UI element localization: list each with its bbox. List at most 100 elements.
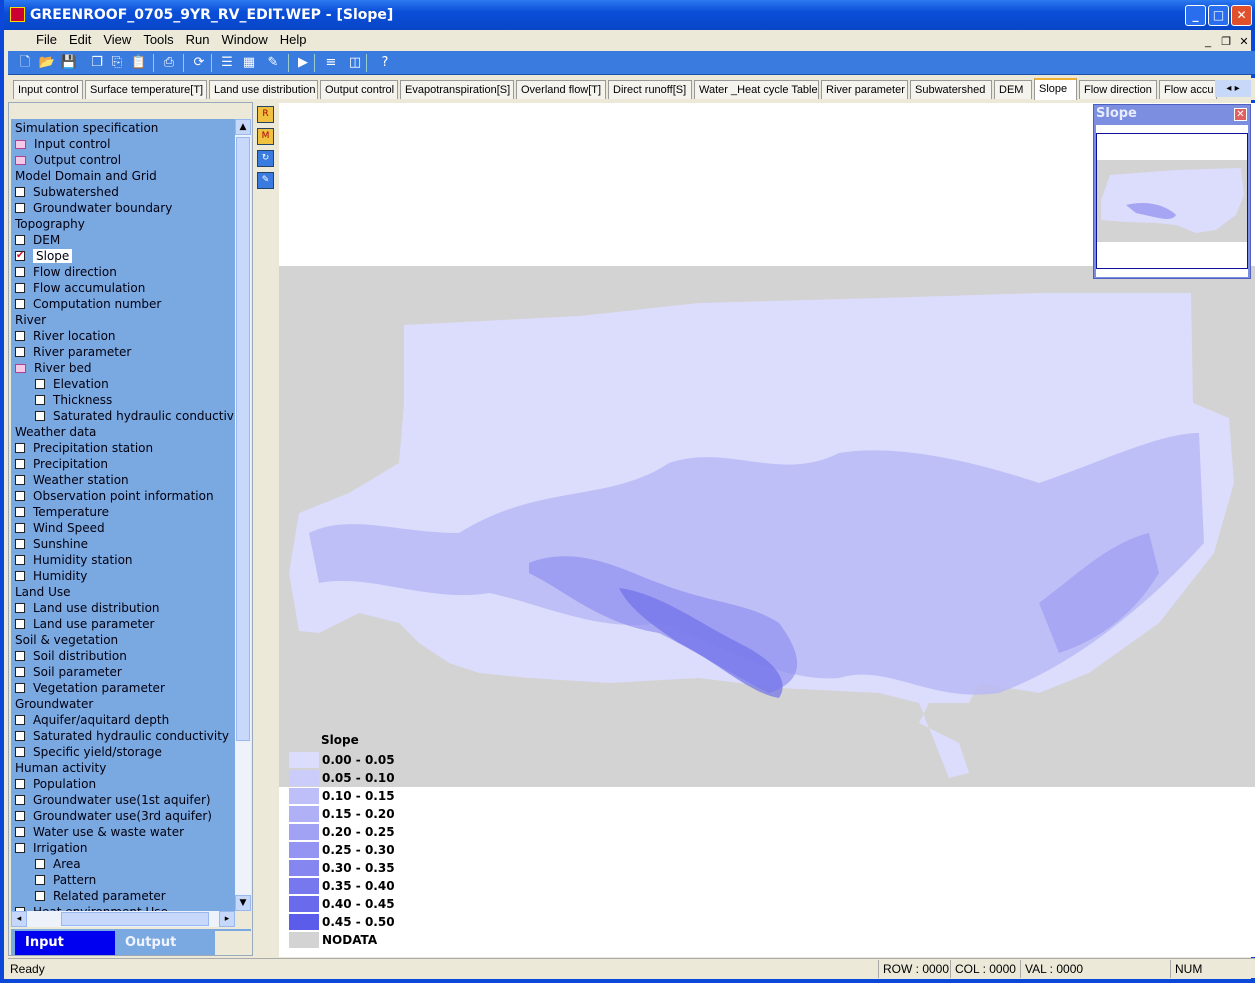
tree-item[interactable]: Saturated hydraulic conductivity: [35, 408, 235, 424]
tree-item[interactable]: Vegetation parameter: [15, 680, 165, 696]
tree-item[interactable]: Simulation specification: [15, 120, 158, 136]
tree-item[interactable]: Area: [35, 856, 81, 872]
tree-item[interactable]: Flow accumulation: [15, 280, 145, 296]
checkbox[interactable]: [15, 731, 25, 741]
tab-overland-flow-t-[interactable]: Overland flow[T]: [516, 80, 606, 99]
mdi-close-button[interactable]: ✕: [1236, 32, 1252, 52]
tab-flow-accu[interactable]: Flow accu: [1159, 80, 1217, 99]
tree-item[interactable]: Land Use: [15, 584, 71, 600]
tree-item[interactable]: Subwatershed: [15, 184, 119, 200]
tab-input[interactable]: Input: [15, 931, 115, 955]
save-all-icon[interactable]: ❐: [88, 54, 106, 72]
scroll-right-icon[interactable]: ▸: [219, 911, 235, 927]
columns-icon[interactable]: ◫: [346, 54, 364, 72]
tree-item[interactable]: Output control: [15, 152, 121, 168]
scroll-left-icon[interactable]: ◂: [11, 911, 27, 927]
tab-surface-temperature-t-[interactable]: Surface temperature[T]: [85, 80, 207, 99]
tree-item[interactable]: Weather data: [15, 424, 96, 440]
checkbox[interactable]: [15, 555, 25, 565]
tab-output-control[interactable]: Output control: [320, 80, 398, 99]
tree-item[interactable]: Humidity: [15, 568, 87, 584]
tree-horizontal-scrollbar[interactable]: ◂ ▸: [11, 911, 235, 927]
checkbox[interactable]: [15, 491, 25, 501]
tree-item[interactable]: Computation number: [15, 296, 161, 312]
tab-direct-runoff-s-[interactable]: Direct runoff[S]: [608, 80, 692, 99]
tree-item[interactable]: Weather station: [15, 472, 129, 488]
tree-item[interactable]: Flow direction: [15, 264, 117, 280]
tree-item[interactable]: Soil parameter: [15, 664, 122, 680]
checkbox[interactable]: [15, 571, 25, 581]
tree-item[interactable]: Soil & vegetation: [15, 632, 118, 648]
tree-item[interactable]: Pattern: [35, 872, 96, 888]
checkbox[interactable]: [35, 379, 45, 389]
checkbox[interactable]: [15, 187, 25, 197]
tab-subwatershed[interactable]: Subwatershed: [910, 80, 992, 99]
run-icon[interactable]: ▶: [294, 54, 312, 72]
checkbox[interactable]: [15, 619, 25, 629]
tree-item[interactable]: Groundwater boundary: [15, 200, 172, 216]
refresh-icon[interactable]: ↻: [257, 150, 274, 167]
checkbox[interactable]: [15, 827, 25, 837]
tab-river-parameter[interactable]: River parameter: [821, 80, 908, 99]
tree-item[interactable]: River location: [15, 328, 116, 344]
scroll-down-icon[interactable]: ▼: [235, 895, 251, 911]
tree-item[interactable]: Specific yield/storage: [15, 744, 162, 760]
checkbox[interactable]: [35, 395, 45, 405]
help-icon[interactable]: ?: [376, 54, 394, 72]
checkbox[interactable]: [15, 603, 25, 613]
tree-item[interactable]: Sunshine: [15, 536, 88, 552]
tab-scroll-buttons[interactable]: ◂ ▸: [1215, 80, 1251, 97]
menu-edit[interactable]: Edit: [63, 30, 97, 50]
new-icon[interactable]: 🗋: [16, 54, 34, 72]
checkbox[interactable]: [15, 235, 25, 245]
pencil-icon[interactable]: ✎: [264, 54, 282, 72]
checkbox[interactable]: [15, 747, 25, 757]
copy-icon[interactable]: ⎘: [108, 54, 126, 72]
tab-land-use-distribution[interactable]: Land use distribution: [209, 80, 318, 99]
checkbox-checked[interactable]: [15, 248, 25, 264]
checkbox[interactable]: [15, 667, 25, 677]
tree-item[interactable]: Aquifer/aquitard depth: [15, 712, 169, 728]
checkbox[interactable]: [15, 715, 25, 725]
tree-item[interactable]: Soil distribution: [15, 648, 127, 664]
checkbox[interactable]: [15, 283, 25, 293]
checkbox[interactable]: [15, 843, 25, 853]
scroll-up-icon[interactable]: ▲: [235, 119, 251, 135]
open-icon[interactable]: 📂: [38, 54, 56, 72]
checkbox[interactable]: [15, 507, 25, 517]
print-icon[interactable]: ⎙: [160, 54, 178, 72]
checkbox[interactable]: [15, 267, 25, 277]
tree-item[interactable]: Precipitation station: [15, 440, 153, 456]
tree-item[interactable]: Wind Speed: [15, 520, 105, 536]
refresh-icon[interactable]: ⟳: [190, 54, 208, 72]
tab-evapotranspiration-s-[interactable]: Evapotranspiration[S]: [400, 80, 514, 99]
tab-flow-direction[interactable]: Flow direction: [1079, 80, 1157, 99]
tree-item[interactable]: River parameter: [15, 344, 131, 360]
paste-icon[interactable]: 📋: [130, 54, 148, 72]
tree-item[interactable]: Water use & waste water: [15, 824, 184, 840]
tree-item[interactable]: Human activity: [15, 760, 106, 776]
checkbox[interactable]: [15, 651, 25, 661]
tab-dem[interactable]: DEM: [994, 80, 1032, 99]
tree-item[interactable]: River bed: [15, 360, 92, 376]
tree-vertical-scrollbar[interactable]: ▲ ▼: [235, 119, 251, 911]
tree-item[interactable]: Saturated hydraulic conductivity: [15, 728, 229, 744]
tree-item[interactable]: Observation point information: [15, 488, 214, 504]
checkbox[interactable]: [15, 459, 25, 469]
save-icon[interactable]: 💾: [60, 54, 78, 72]
tab-water-heat-cycle-table[interactable]: Water _Heat cycle Table: [694, 80, 819, 99]
report-icon[interactable]: ☰: [218, 54, 236, 72]
map-icon[interactable]: M: [257, 128, 274, 145]
tree-item[interactable]: Humidity station: [15, 552, 133, 568]
tree-item[interactable]: Population: [15, 776, 96, 792]
tree-item[interactable]: Input control: [15, 136, 110, 152]
checkbox[interactable]: [15, 299, 25, 309]
checkbox[interactable]: [15, 443, 25, 453]
checkbox[interactable]: [15, 539, 25, 549]
checkbox[interactable]: [35, 859, 45, 869]
checkbox[interactable]: [15, 683, 25, 693]
maximize-button[interactable]: □: [1208, 5, 1229, 26]
minimize-button[interactable]: _: [1185, 5, 1206, 26]
scroll-thumb[interactable]: [236, 137, 250, 741]
tree-item[interactable]: Land use distribution: [15, 600, 160, 616]
